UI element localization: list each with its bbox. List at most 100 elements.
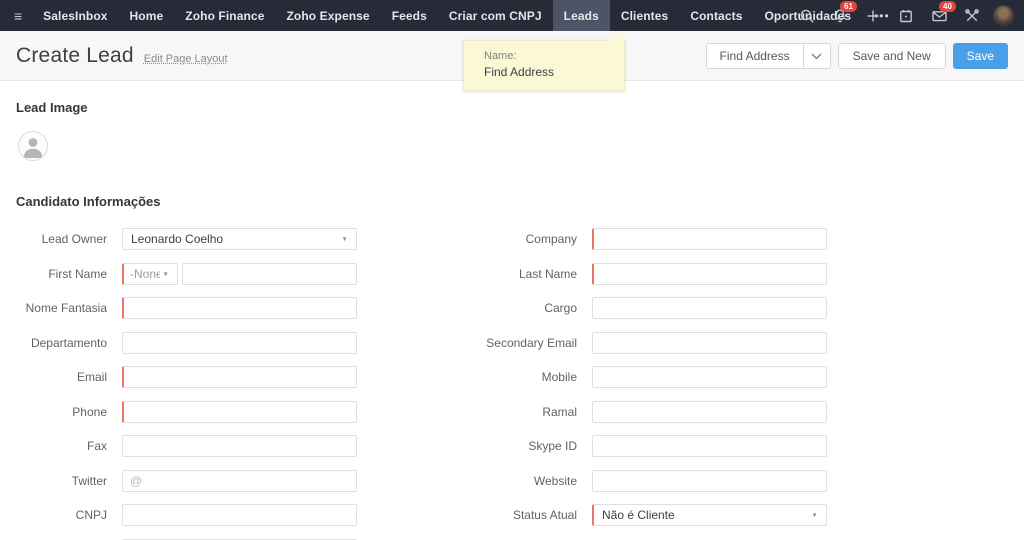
field-row-mobile: Mobile xyxy=(486,366,827,388)
find-address-split-button[interactable]: Find Address xyxy=(706,43,831,69)
notifications-count-badge: 61 xyxy=(840,1,857,12)
field-label: Cargo xyxy=(486,301,592,315)
nome-fantasia-field[interactable] xyxy=(124,298,356,318)
company-field[interactable] xyxy=(594,229,826,249)
find-address-dropdown-arrow[interactable] xyxy=(803,44,830,68)
field-label: CNPJ xyxy=(16,508,122,522)
departamento-field[interactable] xyxy=(123,333,356,353)
phone-field-wrap xyxy=(122,401,357,423)
field-label: Mobile xyxy=(486,370,592,384)
field-label: Website xyxy=(486,474,592,488)
cargo-field-wrap xyxy=(592,297,827,319)
add-new-icon[interactable] xyxy=(861,4,885,28)
nav-item-clientes[interactable]: Clientes xyxy=(610,0,679,31)
form-columns: Lead Owner Leonardo Coelho ▼ First Name … xyxy=(16,228,1008,540)
ramal-field[interactable] xyxy=(593,402,826,422)
create-lead-form: Lead Image Candidato Informações Lead Ow… xyxy=(0,81,1024,540)
calendar-icon[interactable] xyxy=(894,4,918,28)
skype-id-field-wrap xyxy=(592,435,827,457)
field-label: Secondary Email xyxy=(486,336,592,350)
cnpj-field[interactable] xyxy=(123,505,356,525)
status-atual-value: Não é Cliente xyxy=(594,508,809,522)
chevron-down-icon: ▼ xyxy=(163,270,175,277)
email-field-wrap xyxy=(122,366,357,388)
field-label: Fax xyxy=(16,439,122,453)
top-navigation-bar: ≡ SalesInbox Home Zoho Finance Zoho Expe… xyxy=(0,0,1024,31)
lead-owner-value: Leonardo Coelho xyxy=(123,232,339,246)
status-atual-select[interactable]: Não é Cliente ▼ xyxy=(592,504,827,526)
lead-image-upload[interactable] xyxy=(18,131,48,161)
cnpj-field-wrap xyxy=(122,504,357,526)
field-row-nome-fantasia: Nome Fantasia xyxy=(16,297,486,319)
person-silhouette-icon xyxy=(19,132,47,160)
field-row-ramal: Ramal xyxy=(486,401,827,423)
find-address-button-label[interactable]: Find Address xyxy=(707,49,803,63)
field-label: Ramal xyxy=(486,405,592,419)
field-label: Status Atual xyxy=(486,508,592,522)
twitter-field[interactable] xyxy=(123,471,356,491)
lead-image-section-title: Lead Image xyxy=(16,100,1008,115)
save-and-new-button[interactable]: Save and New xyxy=(838,43,946,69)
nome-fantasia-field-wrap xyxy=(122,297,357,319)
nav-item-contacts[interactable]: Contacts xyxy=(679,0,753,31)
field-row-status-atual: Status Atual Não é Cliente ▼ xyxy=(486,504,827,526)
field-row-email: Email xyxy=(16,366,486,388)
website-field[interactable] xyxy=(593,471,826,491)
first-name-field-wrap xyxy=(182,263,357,285)
header-buttons: Find Address Save and New Save xyxy=(706,43,1008,69)
mail-icon[interactable]: 40 xyxy=(927,4,951,28)
edit-page-layout-link[interactable]: Edit Page Layout xyxy=(144,53,228,65)
ramal-field-wrap xyxy=(592,401,827,423)
field-row-website: Website xyxy=(486,470,827,492)
nav-item-feeds[interactable]: Feeds xyxy=(381,0,438,31)
skype-id-field[interactable] xyxy=(593,436,826,456)
fax-field[interactable] xyxy=(123,436,356,456)
field-label: Departamento xyxy=(16,336,122,350)
field-row-cargo: Cargo xyxy=(486,297,827,319)
secondary-email-field[interactable] xyxy=(593,333,826,353)
hamburger-menu-icon[interactable]: ≡ xyxy=(0,0,32,31)
salutation-select[interactable]: -None- ▼ xyxy=(122,263,178,285)
field-label: First Name xyxy=(16,267,122,281)
nav-item-leads[interactable]: Leads xyxy=(553,0,610,31)
field-row-fax: Fax xyxy=(16,435,486,457)
nav-item-salesinbox[interactable]: SalesInbox xyxy=(32,0,118,31)
nav-item-criar-com-cnpj[interactable]: Criar com CNPJ xyxy=(438,0,553,31)
nav-item-zoho-expense[interactable]: Zoho Expense xyxy=(275,0,380,31)
field-name-tooltip: Name: Find Address xyxy=(463,40,625,91)
page-title: Create Lead xyxy=(16,44,134,68)
chevron-down-icon: ▼ xyxy=(342,236,354,243)
user-avatar[interactable] xyxy=(993,5,1014,26)
search-icon[interactable] xyxy=(795,4,819,28)
field-label: Skype ID xyxy=(486,439,592,453)
field-row-first-name: First Name -None- ▼ xyxy=(16,263,486,285)
last-name-field[interactable] xyxy=(594,264,826,284)
field-label: Nome Fantasia xyxy=(16,301,122,315)
nav-item-zoho-finance[interactable]: Zoho Finance xyxy=(174,0,275,31)
field-row-departamento: Departamento xyxy=(16,332,486,354)
lead-owner-select[interactable]: Leonardo Coelho ▼ xyxy=(122,228,357,250)
nav-item-home[interactable]: Home xyxy=(119,0,175,31)
field-row-skype-id: Skype ID xyxy=(486,435,827,457)
tools-marketplace-icon[interactable] xyxy=(960,4,984,28)
field-row-last-name: Last Name xyxy=(486,263,827,285)
tooltip-value: Find Address xyxy=(484,65,624,79)
cargo-field[interactable] xyxy=(593,298,826,318)
last-name-field-wrap xyxy=(592,263,827,285)
mobile-field-wrap xyxy=(592,366,827,388)
save-button[interactable]: Save xyxy=(953,43,1008,69)
field-row-company: Company xyxy=(486,228,827,250)
mobile-field[interactable] xyxy=(593,367,826,387)
fax-field-wrap xyxy=(122,435,357,457)
nav-right-icons: 61 40 xyxy=(795,0,1024,31)
departamento-field-wrap xyxy=(122,332,357,354)
secondary-email-field-wrap xyxy=(592,332,827,354)
candidate-info-section-title: Candidato Informações xyxy=(16,194,1008,209)
field-label: Email xyxy=(16,370,122,384)
email-field[interactable] xyxy=(124,367,356,387)
first-name-field[interactable] xyxy=(183,264,356,284)
field-label: Lead Owner xyxy=(16,232,122,246)
phone-field[interactable] xyxy=(124,402,356,422)
notifications-bell-icon[interactable]: 61 xyxy=(828,4,852,28)
mail-count-badge: 40 xyxy=(939,1,956,12)
